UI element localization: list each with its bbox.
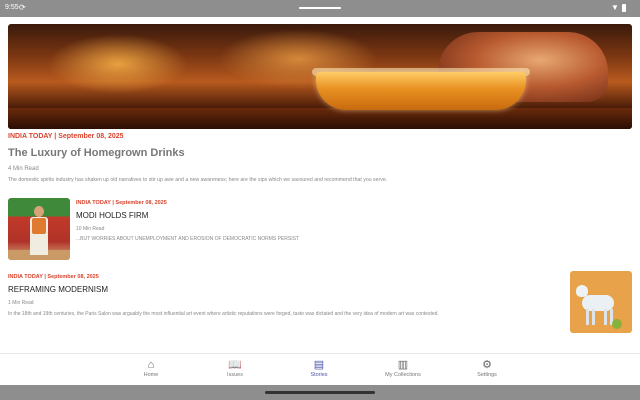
- goat-head: [576, 285, 588, 297]
- featured-read-time: 4 Min Read: [8, 166, 39, 172]
- drink-bowl: [316, 72, 526, 110]
- bottom-navigation: ⌂ Home 📖 Issues ▤ Stories ▥ My Collectio…: [0, 353, 640, 386]
- stories-feed[interactable]: INDIA TODAY | September 08, 2025 The Lux…: [0, 17, 640, 353]
- home-gesture-handle[interactable]: [265, 391, 375, 394]
- nav-my-collections[interactable]: ▥ My Collections: [368, 358, 438, 378]
- book-icon: 📖: [228, 359, 242, 371]
- fruit: [612, 319, 622, 329]
- goat-leg: [592, 309, 595, 325]
- article-description: ...BUT WORRIES ABOUT UNEMPLOYMENT AND ER…: [76, 236, 299, 242]
- gesture-bar: [0, 385, 640, 400]
- library-icon: ▥: [397, 359, 409, 371]
- person-vest: [32, 218, 46, 234]
- hero-table: [8, 108, 632, 129]
- article-meta: INDIA TODAY | September 08, 2025: [8, 274, 99, 280]
- featured-description: The domestic spirits industry has shaken…: [8, 177, 388, 183]
- drag-handle[interactable]: [299, 7, 341, 9]
- article-title[interactable]: MODI HOLDS FIRM: [76, 211, 148, 220]
- article-description: In the 18th and 19th centuries, the Pari…: [8, 311, 439, 317]
- status-time: 9:55: [5, 4, 19, 11]
- article-title[interactable]: REFRAMING MODERNISM: [8, 285, 108, 294]
- article-read-time: 1 Min Read: [8, 300, 34, 306]
- featured-title[interactable]: The Luxury of Homegrown Drinks: [8, 147, 185, 159]
- nav-label: Issues: [227, 372, 243, 378]
- article-thumbnail[interactable]: [570, 271, 632, 333]
- gear-icon: ⚙: [482, 359, 492, 371]
- nav-home[interactable]: ⌂ Home: [116, 358, 186, 378]
- article-meta: INDIA TODAY | September 08, 2025: [76, 200, 167, 206]
- nav-label: My Collections: [385, 372, 421, 378]
- person-head: [34, 206, 44, 217]
- nav-issues[interactable]: 📖 Issues: [200, 358, 270, 378]
- nav-label: Stories: [310, 372, 328, 378]
- hero-light-left: [48, 34, 188, 94]
- nav-label: Home: [143, 372, 159, 378]
- goat-leg: [604, 309, 607, 325]
- home-icon: ⌂: [147, 359, 155, 371]
- featured-image[interactable]: [8, 24, 632, 129]
- nav-settings[interactable]: ⚙ Settings: [452, 358, 522, 378]
- featured-meta: INDIA TODAY | September 08, 2025: [8, 133, 124, 140]
- sync-icon: ⟳: [19, 3, 26, 12]
- document-icon: ▤: [313, 359, 325, 371]
- wifi-icon: ▼: [611, 3, 619, 12]
- nav-stories[interactable]: ▤ Stories: [284, 358, 354, 378]
- goat-leg: [586, 309, 589, 325]
- status-bar: 9:55 ⟳ ▼: [0, 0, 640, 17]
- article-read-time: 10 Min Read: [76, 226, 105, 232]
- battery-icon: [622, 4, 626, 12]
- nav-label: Settings: [477, 372, 497, 378]
- article-thumbnail[interactable]: [8, 198, 70, 260]
